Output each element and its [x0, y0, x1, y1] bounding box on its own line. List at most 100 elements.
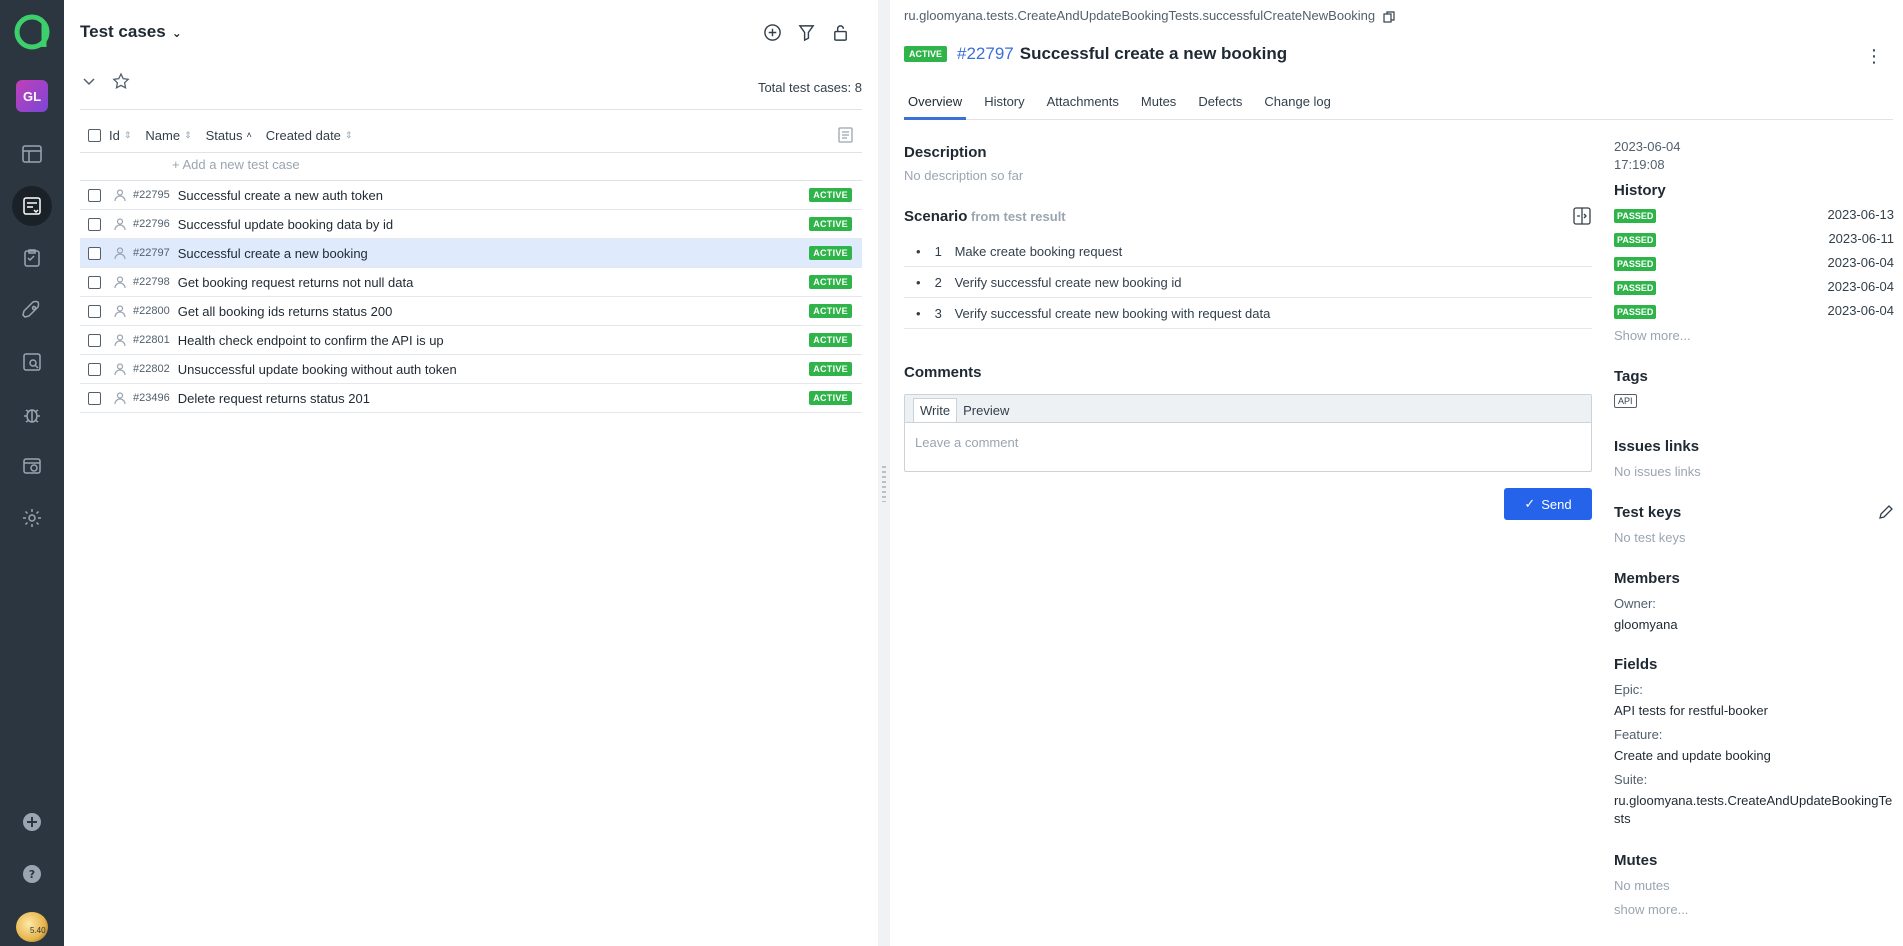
tab-write[interactable]: Write: [913, 398, 958, 422]
issues-empty: No issues links: [1614, 464, 1701, 479]
history-row[interactable]: PASSED 2023-06-11: [1614, 228, 1894, 252]
tab-change-log[interactable]: Change log: [1260, 92, 1335, 120]
drag-handle[interactable]: [882, 466, 886, 502]
row-checkbox[interactable]: [88, 304, 101, 318]
table-row[interactable]: #22802 Unsuccessful update booking witho…: [80, 355, 862, 384]
divider: [80, 109, 862, 110]
copy-icon[interactable]: [1383, 10, 1395, 23]
test-keys-empty: No test keys: [1614, 530, 1686, 545]
test-case-id[interactable]: #22797: [957, 44, 1014, 64]
settings-icon[interactable]: [12, 498, 52, 538]
tag-chip[interactable]: API: [1614, 394, 1637, 408]
row-name: Get all booking ids returns status 200: [177, 303, 393, 319]
column-name[interactable]: Name ⇕: [145, 128, 191, 143]
mutes-show-more[interactable]: show more...: [1614, 902, 1688, 917]
row-id: #23496: [133, 392, 170, 404]
row-id: #22795: [133, 189, 170, 201]
column-id[interactable]: Id ⇕: [109, 128, 131, 143]
row-checkbox[interactable]: [88, 333, 101, 347]
scenario-step[interactable]: • 1 Make create booking request: [904, 236, 1592, 267]
history-row[interactable]: PASSED 2023-06-04: [1614, 252, 1894, 276]
history-show-more[interactable]: Show more...: [1614, 328, 1691, 343]
row-checkbox[interactable]: [88, 362, 101, 376]
history-row[interactable]: PASSED 2023-06-04: [1614, 276, 1894, 300]
project-avatar[interactable]: GL: [16, 80, 48, 112]
comment-editor-tabs: Write Preview: [905, 395, 1591, 423]
jobs-icon[interactable]: [12, 446, 52, 486]
table-row[interactable]: #23496 Delete request returns status 201…: [80, 384, 862, 413]
tab-defects[interactable]: Defects: [1194, 92, 1246, 120]
defects-icon[interactable]: [12, 394, 52, 434]
scenario-step[interactable]: • 3 Verify successful create new booking w…: [904, 298, 1592, 329]
analytics-icon[interactable]: [12, 342, 52, 382]
passed-badge: PASSED: [1614, 209, 1657, 223]
tab-overview[interactable]: Overview: [904, 92, 967, 120]
comment-input[interactable]: Leave a comment: [905, 423, 1591, 462]
history-row[interactable]: PASSED 2023-06-13: [1614, 204, 1894, 228]
table-row[interactable]: #22796 Successful update booking data by…: [80, 210, 862, 239]
status-badge: ACTIVE: [904, 46, 948, 62]
created-time: 17:19:08: [1614, 157, 1665, 172]
status-badge: ACTIVE: [809, 333, 852, 347]
table-row[interactable]: #22800 Get all booking ids returns statu…: [80, 297, 862, 326]
test-plans-icon[interactable]: [12, 238, 52, 278]
test-keys-title: Test keys: [1614, 504, 1682, 521]
full-name: ru.gloomyana.tests.CreateAndUpdateBookin…: [904, 8, 1395, 23]
app-window: GL ? 5.40 Test cases ⌄ Total test cases:…: [0, 0, 1903, 946]
list-title[interactable]: Test cases ⌄: [80, 22, 182, 42]
select-all-checkbox[interactable]: [88, 128, 101, 142]
owner-label: Owner:: [1614, 596, 1656, 611]
row-checkbox[interactable]: [88, 275, 101, 289]
app-logo-icon[interactable]: [14, 14, 50, 50]
add-test-case-row[interactable]: + Add a new test case: [172, 157, 300, 172]
row-name: Successful create a new auth token: [177, 187, 383, 203]
launches-icon[interactable]: [12, 290, 52, 330]
test-case-detail-panel: ru.gloomyana.tests.CreateAndUpdateBookin…: [890, 0, 1903, 946]
expand-scenario-icon[interactable]: [1572, 206, 1592, 226]
more-options-icon[interactable]: ⋮: [1865, 46, 1883, 67]
unlock-icon[interactable]: [830, 22, 850, 42]
person-icon: [114, 305, 126, 318]
add-project-icon[interactable]: [12, 802, 52, 842]
filter-icon[interactable]: [796, 22, 816, 42]
sort-icon: ⇕: [123, 129, 132, 140]
table-row[interactable]: #22801 Health check endpoint to confirm …: [80, 326, 862, 355]
collapse-icon[interactable]: [80, 72, 98, 93]
dashboard-icon[interactable]: [12, 134, 52, 174]
tags-title: Tags: [1614, 368, 1648, 385]
column-status[interactable]: Status ˄: [206, 128, 252, 143]
person-icon: [114, 189, 126, 202]
star-icon[interactable]: [112, 72, 130, 93]
row-checkbox[interactable]: [88, 188, 101, 202]
send-button[interactable]: ✓ Send: [1504, 488, 1592, 520]
tab-mutes[interactable]: Mutes: [1137, 92, 1180, 120]
help-icon[interactable]: ?: [12, 854, 52, 894]
test-cases-icon[interactable]: [12, 186, 52, 226]
person-icon: [114, 218, 126, 231]
table-header: Id ⇕ Name ⇕ Status ˄ Created date ⇕: [80, 118, 862, 152]
row-checkbox[interactable]: [88, 391, 101, 405]
table-row[interactable]: #22795 Successful create a new auth toke…: [80, 181, 862, 210]
table-row-selected[interactable]: #22797 Successful create a new booking A…: [80, 239, 862, 268]
add-circle-icon[interactable]: [762, 22, 782, 42]
description-title: Description: [904, 144, 987, 161]
mutes-title: Mutes: [1614, 852, 1658, 869]
panel-splitter[interactable]: [878, 0, 890, 946]
tab-history[interactable]: History: [980, 92, 1028, 120]
issues-title: Issues links: [1614, 438, 1700, 455]
table-row[interactable]: #22798 Get booking request returns not n…: [80, 268, 862, 297]
tab-preview[interactable]: Preview: [957, 399, 1015, 422]
tab-attachments[interactable]: Attachments: [1043, 92, 1123, 120]
edit-pencil-icon[interactable]: [1878, 504, 1894, 520]
row-checkbox[interactable]: [88, 246, 101, 260]
passed-badge: PASSED: [1614, 257, 1657, 271]
row-checkbox[interactable]: [88, 217, 101, 231]
row-id: #22800: [133, 305, 170, 317]
row-id: #22802: [133, 363, 170, 375]
check-icon: ✓: [1524, 496, 1536, 511]
scenario-step[interactable]: • 2 Verify successful create new booking i…: [904, 267, 1592, 298]
history-row[interactable]: PASSED 2023-06-04: [1614, 300, 1894, 324]
person-icon: [114, 392, 126, 405]
list-view-icon[interactable]: [836, 126, 854, 147]
column-created-date[interactable]: Created date ⇕: [266, 128, 353, 143]
